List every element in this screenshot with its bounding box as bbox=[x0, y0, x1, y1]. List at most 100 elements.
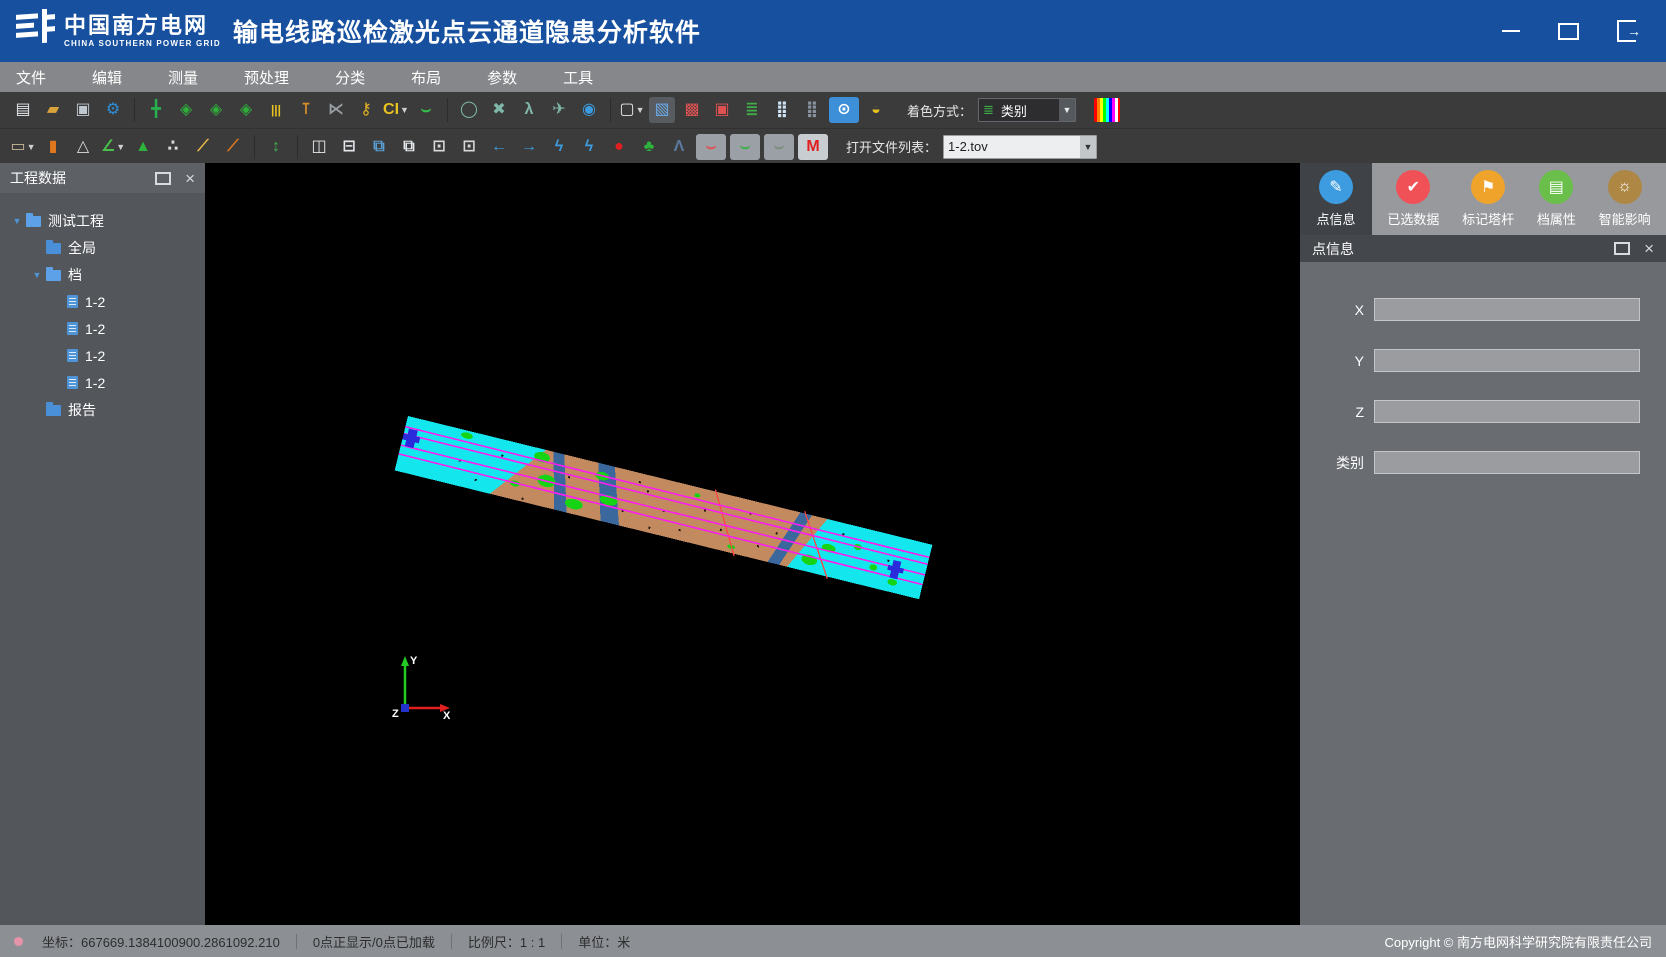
span-red-icon[interactable]: ⌣ bbox=[696, 134, 726, 160]
cross-section-icon[interactable]: ⋉ bbox=[323, 97, 349, 123]
tree-item-1-2-6[interactable]: 1-2 bbox=[6, 369, 205, 396]
status-divider bbox=[296, 934, 297, 949]
select-point-icon[interactable]: ▣ bbox=[709, 97, 735, 123]
snap-mode-icon[interactable]: ▭▼ bbox=[10, 134, 36, 160]
tab-档属性[interactable]: ▤档属性 bbox=[1537, 170, 1576, 228]
catenary-icon[interactable]: ⌣ bbox=[413, 97, 439, 123]
tab-点信息[interactable]: ✎点信息 bbox=[1316, 170, 1355, 228]
tree-item-1-2-5[interactable]: 1-2 bbox=[6, 342, 205, 369]
minimize-icon[interactable] bbox=[1502, 20, 1520, 42]
nodes-icon[interactable]: ∴ bbox=[160, 134, 186, 160]
classify-area-icon[interactable]: ◈ bbox=[173, 97, 199, 123]
menu-item-1[interactable]: 编辑 bbox=[92, 67, 122, 88]
tower-icon[interactable]: Λ bbox=[666, 134, 692, 160]
pip-window2-icon[interactable]: ⊡ bbox=[456, 134, 482, 160]
tab-已选数据[interactable]: ✔已选数据 bbox=[1387, 170, 1439, 228]
panel-close-icon[interactable]: × bbox=[185, 170, 195, 187]
section-marker-icon[interactable]: ⊺ bbox=[293, 97, 319, 123]
windows-stack-icon[interactable]: ⧉ bbox=[366, 134, 392, 160]
new-file-icon[interactable]: ▤ bbox=[10, 97, 36, 123]
palette-icon[interactable]: ◒ bbox=[863, 97, 889, 123]
tree-item-报告-7[interactable]: 报告 bbox=[6, 396, 205, 423]
tree-item-1-2-3[interactable]: 1-2 bbox=[6, 288, 205, 315]
delete-cross-icon[interactable]: ✖ bbox=[486, 97, 512, 123]
color-mode-label: 着色方式： bbox=[907, 101, 972, 120]
select-rect-icon[interactable]: ▢▼ bbox=[619, 97, 645, 123]
maximize-icon[interactable] bbox=[1558, 20, 1579, 42]
file-list-select[interactable]: 1-2.tov ▼ bbox=[943, 135, 1097, 159]
toolbar1-icons: ▤▰▣⚙╋◈◈◈|||⊺⋉⚷CI▼⌣◯✖λ✈◉▢▼▧▩▣≣⣿⣿⊙◒ bbox=[8, 97, 891, 123]
ellipse-tool-icon[interactable]: ◯ bbox=[456, 97, 482, 123]
airplane-icon[interactable]: ✈ bbox=[546, 97, 572, 123]
nav-back-icon[interactable]: ← bbox=[486, 134, 512, 160]
menu-item-3[interactable]: 预处理 bbox=[244, 67, 289, 88]
split-vertical-icon[interactable]: ◫ bbox=[306, 134, 332, 160]
expander-icon[interactable]: ▼ bbox=[10, 216, 24, 226]
panel-maximize-icon[interactable] bbox=[1614, 242, 1630, 255]
classify-fence-icon[interactable]: ◈ bbox=[233, 97, 259, 123]
exit-icon[interactable]: → bbox=[1617, 20, 1636, 42]
tab-智能影响[interactable]: ☼智能影响 bbox=[1599, 170, 1651, 228]
point-class-input[interactable] bbox=[1374, 451, 1640, 474]
split-horizontal-icon[interactable]: ⊟ bbox=[336, 134, 362, 160]
vector-angle-icon[interactable]: ∠▼ bbox=[100, 134, 126, 160]
cone-icon[interactable]: ▲ bbox=[130, 134, 156, 160]
class-layers-icon[interactable]: ≣ bbox=[739, 97, 765, 123]
tree-item-1-2-4[interactable]: 1-2 bbox=[6, 315, 205, 342]
pan-move-icon[interactable]: ╋ bbox=[143, 97, 169, 123]
tree-icon[interactable]: ♣ bbox=[636, 134, 662, 160]
nav-forward-icon[interactable]: → bbox=[516, 134, 542, 160]
color-mode-value: 类别 bbox=[997, 101, 1059, 120]
tree-item-label: 1-2 bbox=[85, 321, 105, 337]
tab-标记塔杆[interactable]: ⚑标记塔杆 bbox=[1462, 170, 1514, 228]
select-cursor-icon[interactable]: ▧ bbox=[649, 97, 675, 123]
tab-label: 标记塔杆 bbox=[1462, 209, 1514, 228]
grid-select-icon[interactable]: ⣿ bbox=[799, 97, 825, 123]
point-grid-icon[interactable]: ⣿ bbox=[769, 97, 795, 123]
point-z-input[interactable] bbox=[1374, 400, 1640, 423]
ci-dropdown-icon[interactable]: CI▼ bbox=[383, 97, 409, 123]
tree-item-全局-1[interactable]: 全局 bbox=[6, 234, 205, 261]
open-folder-icon[interactable]: ▰ bbox=[40, 97, 66, 123]
profile-lines-icon[interactable]: ||| bbox=[263, 97, 289, 123]
color-mode-select[interactable]: ≣ 类别 ▼ bbox=[978, 98, 1076, 122]
save-icon[interactable]: ▣ bbox=[70, 97, 96, 123]
marker-m-icon[interactable]: M bbox=[798, 134, 828, 160]
point-cloud-viewport[interactable]: Y X Z bbox=[205, 163, 1300, 925]
broom-icon[interactable]: ⟋ bbox=[190, 134, 216, 160]
polyline-edit-icon[interactable]: ϟ bbox=[576, 134, 602, 160]
polyline-icon[interactable]: ϟ bbox=[546, 134, 572, 160]
panel-close-icon[interactable]: × bbox=[1644, 240, 1654, 257]
menu-item-4[interactable]: 分类 bbox=[335, 67, 365, 88]
menu-item-7[interactable]: 工具 bbox=[563, 67, 593, 88]
point-x-input[interactable] bbox=[1374, 298, 1640, 321]
ruler-vertical-icon[interactable]: ▮ bbox=[40, 134, 66, 160]
expander-icon[interactable]: ▼ bbox=[30, 270, 44, 280]
key-icon[interactable]: ⚷ bbox=[353, 97, 379, 123]
tree-item-档-2[interactable]: ▼档 bbox=[6, 261, 205, 288]
colorbar-icon[interactable] bbox=[1094, 98, 1120, 122]
triangle-flash-icon[interactable]: △ bbox=[70, 134, 96, 160]
settings-gear-icon[interactable]: ⚙ bbox=[100, 97, 126, 123]
screenshot-camera-icon[interactable]: ⊙ bbox=[829, 97, 859, 123]
height-limit-icon[interactable]: ↕ bbox=[263, 134, 289, 160]
panel-maximize-icon[interactable] bbox=[155, 172, 171, 185]
span-green-icon[interactable]: ⌣ bbox=[730, 134, 760, 160]
menu-item-0[interactable]: 文件 bbox=[16, 67, 46, 88]
location-pin-icon[interactable]: ● bbox=[606, 134, 632, 160]
status-coordinates: 坐标：667669.1384100900.2861092.210 bbox=[42, 932, 280, 951]
tree-item-测试工程-0[interactable]: ▼测试工程 bbox=[6, 207, 205, 234]
classify-line-icon[interactable]: ◈ bbox=[203, 97, 229, 123]
point-y-input[interactable] bbox=[1374, 349, 1640, 372]
menu-item-2[interactable]: 测量 bbox=[168, 67, 198, 88]
pip-window-icon[interactable]: ⊡ bbox=[426, 134, 452, 160]
select-polygon-icon[interactable]: ▩ bbox=[679, 97, 705, 123]
menu-item-6[interactable]: 参数 bbox=[487, 67, 517, 88]
visibility-eye-icon[interactable]: ◉ bbox=[576, 97, 602, 123]
ruler-diagonal-icon[interactable]: ⟋ bbox=[220, 134, 246, 160]
menu-item-5[interactable]: 布局 bbox=[411, 67, 441, 88]
pole-tool-icon[interactable]: λ bbox=[516, 97, 542, 123]
toolbar2-icons: ▭▼▮△∠▼▲∴⟋⟋↕◫⊟⧉⧉⊡⊡←→ϟϟ●♣Λ⌣⌣⌣M bbox=[8, 134, 830, 160]
folders-copy-icon[interactable]: ⧉ bbox=[396, 134, 422, 160]
span-gray-icon[interactable]: ⌣ bbox=[764, 134, 794, 160]
